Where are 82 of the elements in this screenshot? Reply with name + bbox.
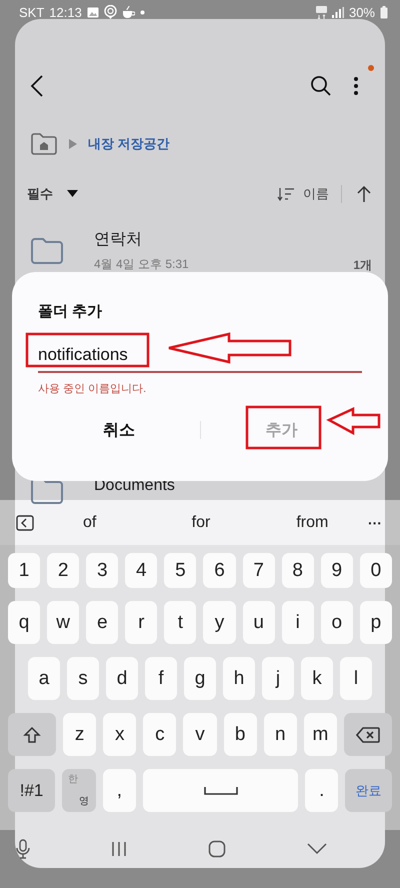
clock-text: 12:13 — [49, 4, 82, 20]
key[interactable]: w — [47, 601, 80, 644]
key[interactable]: j — [262, 657, 294, 700]
image-icon — [86, 6, 99, 18]
annotation-arrow — [326, 407, 380, 436]
key[interactable]: 8 — [282, 553, 314, 588]
key[interactable]: u — [242, 601, 275, 644]
home-icon[interactable] — [208, 840, 226, 858]
dot-icon — [140, 10, 145, 14]
battery-text: 30% — [348, 4, 375, 20]
key[interactable]: i — [282, 601, 314, 644]
key[interactable]: g — [184, 657, 216, 700]
dialog-button[interactable]: 취소 — [38, 412, 200, 448]
backspace-key[interactable] — [344, 713, 392, 756]
carrier-text: SKT — [19, 4, 44, 20]
key[interactable]: 7 — [242, 553, 275, 588]
key[interactable]: 4 — [125, 553, 158, 588]
key[interactable]: n — [264, 713, 297, 756]
more-icon[interactable] — [353, 75, 359, 97]
key[interactable]: z — [63, 713, 96, 756]
suggestion-item[interactable]: for — [145, 514, 257, 532]
key[interactable]: e — [86, 601, 118, 644]
breadcrumb-link[interactable]: 내장 저장공간 — [88, 135, 170, 153]
key[interactable]: 6 — [203, 553, 236, 588]
key[interactable]: 1 — [8, 553, 40, 588]
key[interactable]: q — [8, 601, 40, 644]
backspace-icon[interactable] — [356, 726, 380, 742]
space-icon[interactable] — [204, 786, 238, 794]
recents-icon[interactable] — [111, 841, 127, 857]
key[interactable]: x — [103, 713, 136, 756]
dialog-title: 폴더 추가 — [38, 302, 104, 321]
location-icon — [104, 5, 117, 19]
collapse-icon[interactable] — [16, 514, 34, 530]
error-message: 사용 중인 이름입니다. — [38, 382, 148, 396]
shift-key[interactable] — [8, 713, 56, 756]
key[interactable]: d — [106, 657, 138, 700]
network-icon — [316, 6, 327, 18]
input-field[interactable]: notifications — [38, 345, 362, 373]
sort-label[interactable]: 이름 — [303, 185, 329, 203]
home-folder-icon[interactable] — [30, 132, 58, 156]
key[interactable]: o — [320, 601, 353, 644]
key[interactable]: l — [340, 657, 372, 700]
filter-dropdown[interactable]: 필수 — [27, 185, 78, 203]
key[interactable]: s — [67, 657, 99, 700]
battery-icon — [380, 6, 388, 18]
key[interactable]: h — [223, 657, 255, 700]
language-key[interactable]: 한 영 — [62, 769, 96, 812]
triangle-icon — [68, 138, 78, 150]
sort-icon[interactable] — [277, 187, 295, 201]
folder-name[interactable]: 연락처 — [94, 229, 324, 250]
key[interactable]: 9 — [320, 553, 353, 588]
cup-icon — [122, 6, 135, 18]
more-button[interactable]: ··· — [368, 514, 382, 530]
key[interactable]: f — [145, 657, 177, 700]
key[interactable]: m — [304, 713, 337, 756]
item-count: 1개 — [353, 257, 372, 274]
symbols-key[interactable]: !#1 — [8, 769, 56, 812]
key[interactable]: b — [224, 713, 257, 756]
microphone-icon[interactable] — [16, 839, 30, 859]
key[interactable]: y — [203, 601, 236, 644]
folder-icon — [30, 237, 64, 265]
arrow-up-icon[interactable] — [356, 185, 372, 203]
key[interactable]: p — [360, 601, 392, 644]
shift-icon[interactable] — [23, 726, 42, 744]
caret-icon[interactable] — [67, 190, 78, 198]
key[interactable]: 0 — [360, 553, 392, 588]
suggestion-item[interactable]: of — [34, 514, 146, 532]
folder-date: 4월 4일 오후 5:31 — [94, 256, 190, 273]
period-key[interactable]: . — [305, 769, 338, 812]
key[interactable]: c — [143, 713, 176, 756]
key[interactable]: t — [164, 601, 196, 644]
suggestion-item[interactable]: from — [256, 514, 368, 532]
key[interactable]: 3 — [86, 553, 118, 588]
key[interactable]: v — [183, 713, 217, 756]
key[interactable]: 5 — [164, 553, 196, 588]
key[interactable]: 2 — [47, 553, 80, 588]
chevron-down-icon[interactable] — [307, 843, 327, 855]
key[interactable]: r — [125, 601, 158, 644]
folder-name[interactable]: Documents — [94, 477, 372, 495]
comma-key[interactable]: , — [103, 769, 136, 812]
key[interactable]: k — [301, 657, 333, 700]
key[interactable]: a — [28, 657, 60, 700]
